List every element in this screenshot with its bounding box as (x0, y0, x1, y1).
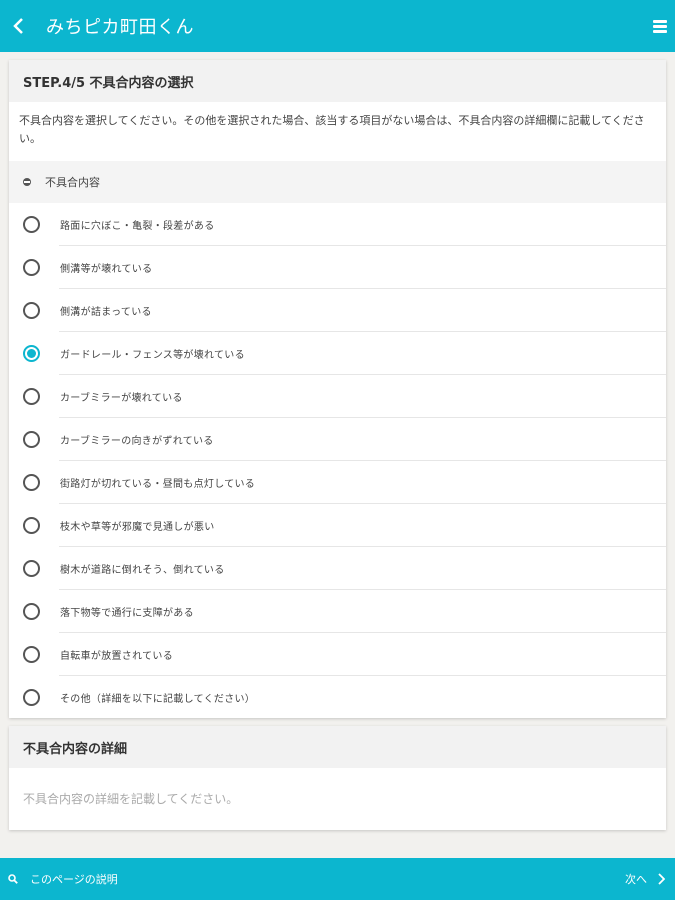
option-item[interactable]: 街路灯が切れている・昼間も点灯している (9, 461, 666, 504)
option-label: 側溝が詰まっている (60, 307, 152, 318)
step-description: 不具合内容を選択してください。その他を選択された場合、該当する項目がない場合は、… (19, 114, 645, 145)
option-item[interactable]: カーブミラーの向きがずれている (9, 418, 666, 461)
chevron-left-icon (13, 18, 23, 34)
option-label: 落下物等で通行に支障がある (60, 608, 194, 619)
option-label: 自転車が放置されている (60, 651, 173, 662)
back-button[interactable] (0, 0, 38, 52)
radio-unchecked-icon[interactable] (23, 689, 40, 706)
radio-unchecked-icon[interactable] (23, 388, 40, 405)
app-header: みちピカ町田くん (0, 0, 675, 52)
option-list: 路面に穴ぼこ・亀裂・段差がある 側溝等が壊れている 側溝が詰まっているガードレール・… (9, 203, 666, 719)
radio-unchecked-icon[interactable] (23, 603, 40, 620)
option-item[interactable]: 枝木や草等が邪魔で見通しが悪い (9, 504, 666, 547)
next-button[interactable]: 次へ (625, 871, 675, 887)
minus-circle-icon (23, 178, 31, 186)
option-label: 路面に穴ぼこ・亀裂・段差がある (60, 221, 215, 232)
help-label: このページの説明 (30, 873, 118, 886)
search-icon (8, 874, 18, 884)
option-item[interactable]: 側溝等が壊れている (9, 246, 666, 289)
app-title: みちピカ町田くん (46, 17, 194, 38)
section-label: 不具合内容 (45, 176, 100, 189)
option-label: ガードレール・フェンス等が壊れている (60, 350, 245, 361)
option-item[interactable]: 側溝が詰まっている (9, 289, 666, 332)
option-label: その他（詳細を以下に記載してください） (60, 694, 256, 705)
step-card: STEP.4/5 不具合内容の選択 不具合内容を選択してください。その他を選択さ… (9, 60, 666, 718)
radio-unchecked-icon[interactable] (23, 474, 40, 491)
option-label: 側溝等が壊れている (60, 264, 153, 275)
chevron-right-icon (658, 873, 665, 885)
radio-unchecked-icon[interactable] (23, 302, 40, 319)
option-item[interactable]: 路面に穴ぼこ・亀裂・段差がある (9, 203, 666, 246)
page-help-button[interactable]: このページの説明 (0, 871, 118, 887)
detail-input[interactable] (9, 768, 666, 830)
option-item[interactable]: その他（詳細を以下に記載してください） (9, 676, 666, 719)
radio-unchecked-icon[interactable] (23, 259, 40, 276)
option-item[interactable]: 落下物等で通行に支障がある (9, 590, 666, 633)
section-header: 不具合内容 (9, 161, 666, 203)
hamburger-icon (653, 19, 667, 23)
option-item[interactable]: ガードレール・フェンス等が壊れている (9, 332, 666, 375)
step-title: STEP.4/5 不具合内容の選択 (9, 60, 666, 102)
next-label: 次へ (625, 873, 647, 886)
option-item[interactable]: 樹木が道路に倒れそう、倒れている (9, 547, 666, 590)
radio-unchecked-icon[interactable] (23, 216, 40, 233)
radio-unchecked-icon[interactable] (23, 646, 40, 663)
option-label: 街路灯が切れている・昼間も点灯している (60, 479, 256, 490)
option-label: カーブミラーが壊れている (60, 393, 183, 404)
option-item[interactable]: カーブミラーが壊れている (9, 375, 666, 418)
detail-title: 不具合内容の詳細 (9, 726, 666, 768)
bottom-bar: このページの説明 次へ (0, 858, 675, 900)
option-label: カーブミラーの向きがずれている (60, 436, 214, 447)
option-item[interactable]: 自転車が放置されている (9, 633, 666, 676)
detail-card: 不具合内容の詳細 (9, 726, 666, 830)
menu-button[interactable] (653, 16, 667, 36)
radio-unchecked-icon[interactable] (23, 560, 40, 577)
option-label: 樹木が道路に倒れそう、倒れている (60, 565, 225, 576)
option-label: 枝木や草等が邪魔で見通しが悪い (60, 522, 215, 533)
radio-unchecked-icon[interactable] (23, 431, 40, 448)
radio-checked-icon[interactable] (23, 345, 40, 362)
radio-unchecked-icon[interactable] (23, 517, 40, 534)
